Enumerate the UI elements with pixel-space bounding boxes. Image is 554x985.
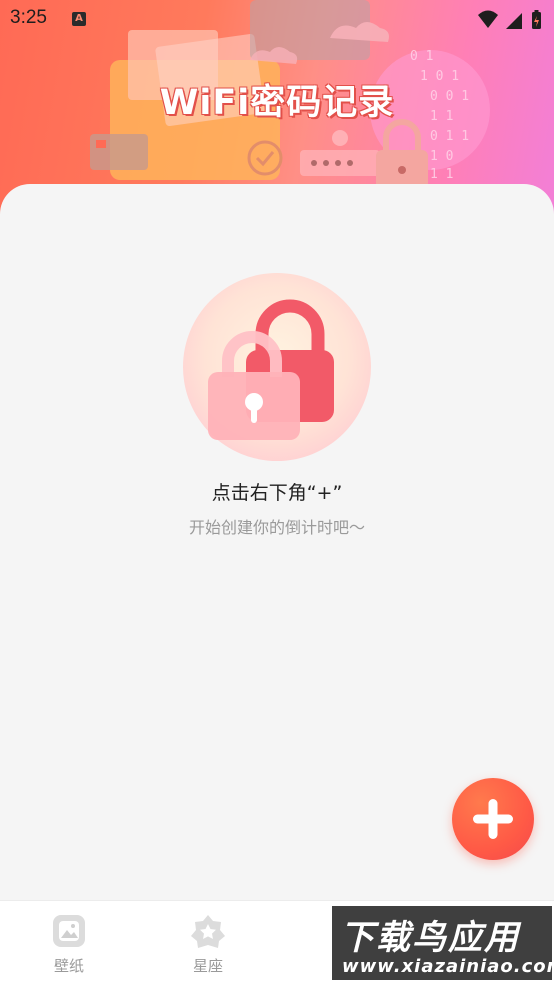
nav-item-constellation[interactable]: 星座 xyxy=(148,901,268,985)
notification-icon: A xyxy=(72,12,86,26)
nav-label-wallpaper: 壁纸 xyxy=(53,957,84,975)
empty-state-title: 点击右下角“+” xyxy=(211,482,343,504)
signal-icon xyxy=(506,13,522,29)
svg-text:0 1: 0 1 xyxy=(410,49,433,64)
lock-illustration-icon xyxy=(183,273,371,461)
star-icon xyxy=(191,915,225,948)
plus-icon xyxy=(473,799,513,839)
add-button[interactable] xyxy=(452,778,534,860)
wallpaper-icon xyxy=(53,915,85,947)
svg-text:1 1: 1 1 xyxy=(430,167,453,182)
nav-label-constellation: 星座 xyxy=(192,957,223,975)
svg-text:1 0: 1 0 xyxy=(430,149,453,164)
nav-item-wallpaper[interactable]: 壁纸 xyxy=(9,901,129,985)
page-title: WiFi密码记录 xyxy=(159,83,395,123)
watermark-url: www.xiazainiao.com xyxy=(342,956,554,977)
empty-state-subtitle: 开始创建你的倒计时吧～ xyxy=(188,518,365,537)
watermark-title: 下载鸟应用 xyxy=(340,918,520,958)
status-time: 3:25 xyxy=(10,7,47,28)
watermark-logo: 下载鸟应用 www.xiazainiao.com xyxy=(332,906,554,980)
svg-text:0 1 1: 0 1 1 xyxy=(430,129,469,144)
status-bar: 3:25 A xyxy=(0,0,554,40)
status-icons xyxy=(478,10,541,29)
wifi-icon xyxy=(478,10,498,28)
